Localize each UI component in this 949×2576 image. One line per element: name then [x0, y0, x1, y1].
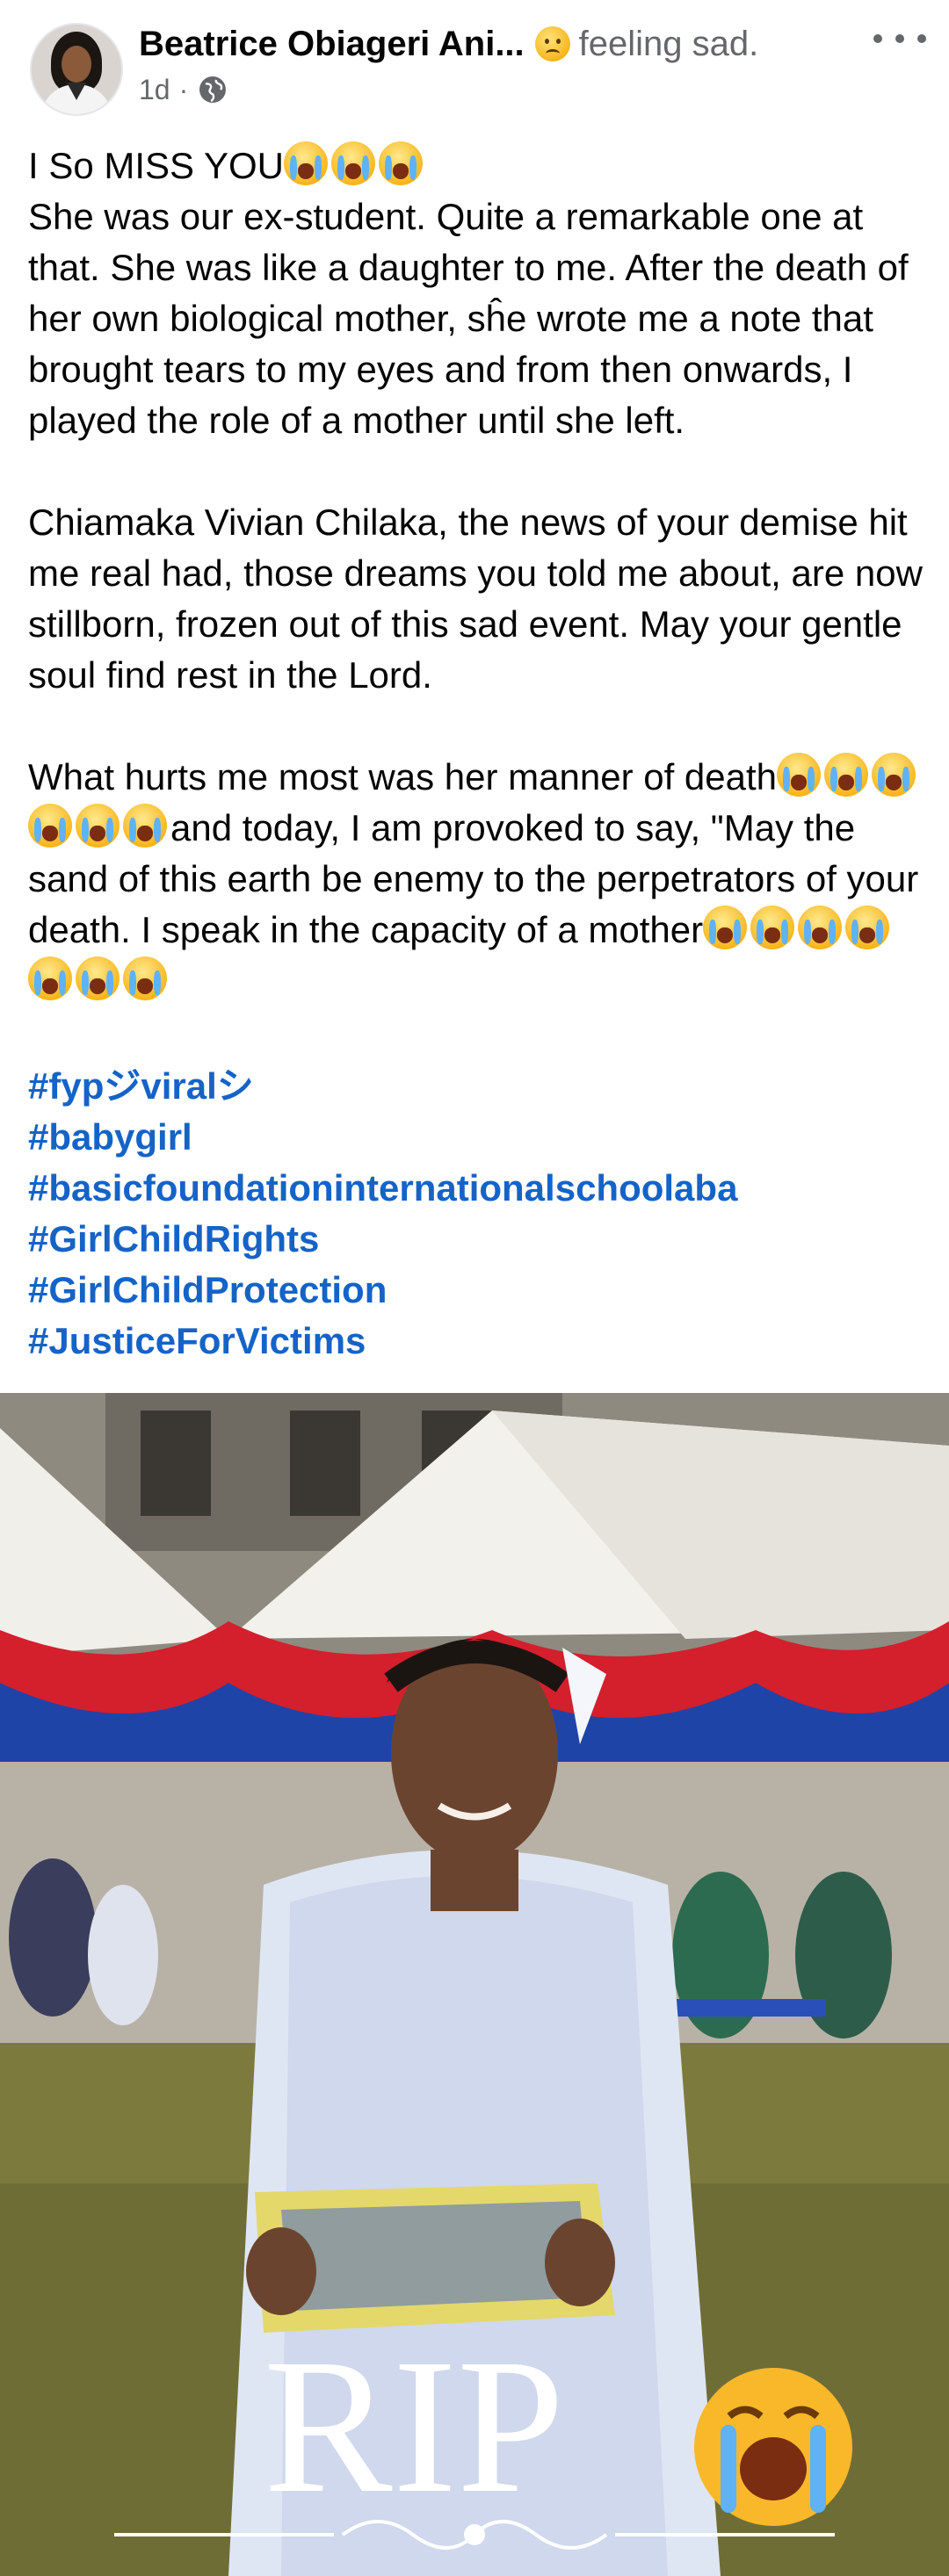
meta-separator: · — [178, 73, 189, 105]
hashtag-link[interactable]: #fypジviralシ — [28, 1061, 933, 1112]
crying-emoji-icon — [284, 141, 328, 185]
feeling-status: feeling sad. — [578, 25, 759, 63]
post-paragraph-1: She was our ex-student. Quite a remarkab… — [28, 196, 909, 441]
crying-emoji-icon — [750, 906, 795, 949]
hashtag-link[interactable]: #GirlChildProtection — [28, 1265, 933, 1316]
globe-icon[interactable] — [199, 76, 227, 104]
post-line-1: I So MISS YOU — [28, 141, 933, 191]
hashtag-link[interactable]: #GirlChildRights — [28, 1214, 933, 1265]
crying-emoji-icon — [379, 141, 423, 185]
crying-emoji-icon — [703, 906, 748, 949]
crying-emoji-icon — [331, 141, 375, 185]
crying-emoji-icon — [798, 906, 843, 949]
crying-emoji-icon — [777, 753, 822, 797]
avatar[interactable] — [30, 23, 123, 116]
crying-emoji-icon — [76, 804, 120, 848]
hashtag-link[interactable]: #JusticeForVictims — [28, 1316, 933, 1367]
hashtag-link[interactable]: #babygirl — [28, 1112, 933, 1163]
memorial-photo: RIP — [0, 1393, 949, 2576]
post-meta: 1d · — [139, 70, 227, 109]
crying-emoji-icon — [76, 956, 120, 1000]
author-line: Beatrice Obiageri Ani... feeling sad. — [139, 19, 824, 69]
post-time[interactable]: 1d — [139, 74, 170, 106]
hashtag-list: #fypジviralシ #babygirl #basicfoundationin… — [28, 1061, 933, 1367]
crying-emoji-icon — [123, 956, 167, 1000]
post-header: Beatrice Obiageri Ani... feeling sad. 1d… — [0, 0, 949, 141]
sad-face-emoji-icon — [534, 26, 570, 61]
loudly-crying-face-icon — [694, 2368, 852, 2526]
more-options-icon[interactable] — [873, 21, 926, 56]
rip-text: RIP — [264, 2319, 564, 2533]
crying-emoji-icon — [28, 804, 72, 848]
crying-emoji-icon — [28, 956, 72, 1000]
crying-emoji-icon — [845, 906, 890, 949]
author-name[interactable]: Beatrice Obiageri Ani... — [139, 19, 525, 69]
post-paragraph-2: Chiamaka Vivian Chilaka, the news of you… — [28, 501, 923, 696]
hashtag-link[interactable]: #basicfoundationinternationalschoolaba — [28, 1163, 933, 1214]
post-photo[interactable]: RIP — [0, 1393, 949, 2576]
post-paragraph-3: What hurts me most was her manner of dea… — [28, 752, 933, 1007]
crying-emoji-icon — [123, 804, 167, 848]
post-body: I So MISS YOU She was our ex-student. Qu… — [28, 141, 933, 1007]
crying-emoji-icon — [872, 753, 916, 797]
crying-emoji-icon — [824, 753, 869, 797]
